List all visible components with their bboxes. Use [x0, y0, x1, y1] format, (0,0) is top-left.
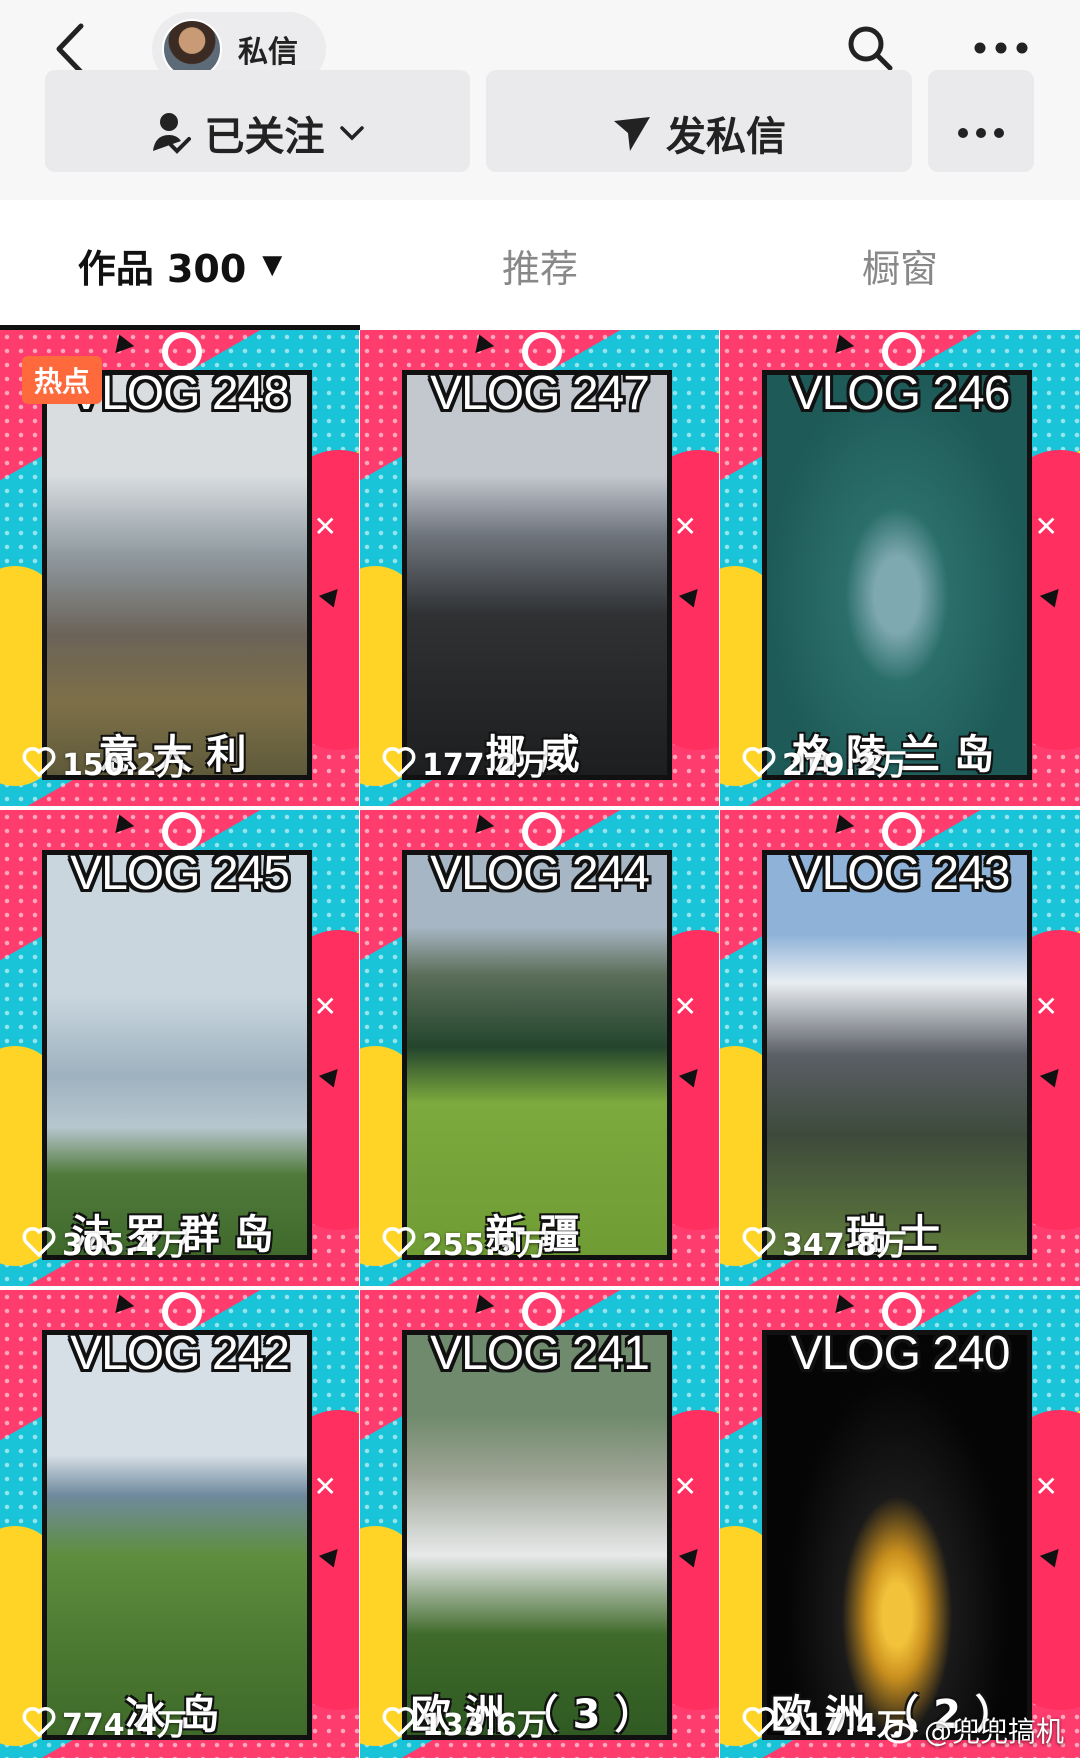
more-dots-icon [974, 42, 1028, 54]
video-thumbnail [402, 1330, 672, 1740]
video-thumbnail [762, 1330, 1032, 1740]
video-thumbnail [762, 850, 1032, 1260]
hot-badge: 热点 [22, 356, 103, 404]
direct-message-label: 私信 [238, 35, 298, 70]
tab-works[interactable]: 作品 300 ▼ [0, 200, 360, 330]
heart-icon [742, 1227, 776, 1257]
like-count: 177.2万 [382, 740, 547, 784]
video-thumbnail [402, 850, 672, 1260]
like-count: 279.2万 [742, 740, 907, 784]
heart-icon [22, 747, 56, 777]
search-icon [848, 26, 893, 71]
following-label: 已关注 [204, 114, 325, 160]
video-tile[interactable]: ✕ VLOG 245 法罗群岛 305.4万 [0, 810, 359, 1286]
video-thumbnail [762, 370, 1032, 780]
video-tile[interactable]: ✕ VLOG 242 冰岛 774.4万 [0, 1290, 359, 1758]
tab-recommend[interactable]: 推荐 [360, 200, 720, 330]
chevron-down-icon [339, 124, 365, 142]
video-thumbnail [42, 370, 312, 780]
watermark: @兜兜搞机 [884, 1710, 1064, 1750]
like-count-value: 279.2万 [782, 748, 907, 783]
content-tabs: 作品 300 ▼ 推荐 橱窗 [0, 200, 1080, 330]
video-tile[interactable]: ✕ VLOG 246 格陵兰岛 279.2万 [720, 330, 1080, 806]
video-title: VLOG 246 [790, 367, 1011, 420]
like-count-value: 774.4万 [62, 1708, 187, 1743]
like-count: 305.4万 [22, 1220, 187, 1264]
video-title: VLOG 245 [70, 847, 290, 900]
like-count: 774.4万 [22, 1700, 187, 1744]
video-tile[interactable]: ✕ VLOG 241 欧洲（3） 133.6万 [360, 1290, 719, 1758]
like-count-value: 177.2万 [422, 748, 547, 783]
user-check-icon [151, 111, 191, 155]
like-count: 150.2万 [22, 740, 187, 784]
like-count: 133.6万 [382, 1700, 547, 1744]
like-count: 255.5万 [382, 1220, 547, 1264]
tab-showcase[interactable]: 橱窗 [720, 200, 1080, 330]
video-tile[interactable]: ✕ VLOG 240 欧洲（2） 217.4万 [720, 1290, 1080, 1758]
video-title: VLOG 243 [790, 847, 1011, 900]
send-message-label: 发私信 [666, 114, 786, 160]
heart-icon [22, 1227, 56, 1257]
video-title: VLOG 242 [70, 1327, 290, 1380]
video-title: VLOG 247 [430, 367, 650, 420]
tab-recommend-label: 推荐 [501, 246, 578, 291]
heart-icon [382, 747, 416, 777]
heart-icon [742, 747, 776, 777]
heart-icon [22, 1707, 56, 1737]
video-title: VLOG 240 [790, 1327, 1011, 1380]
like-count: 217.4万 [742, 1700, 907, 1744]
weibo-logo-icon [884, 1717, 917, 1744]
video-title: VLOG 241 [430, 1327, 650, 1380]
like-count: 347.8万 [742, 1220, 907, 1264]
video-tile[interactable]: ✕ VLOG 247 挪威 177.2万 [360, 330, 719, 806]
video-thumbnail [42, 1330, 312, 1740]
watermark-text: @兜兜搞机 [923, 1715, 1064, 1748]
like-count-value: 255.5万 [422, 1228, 547, 1263]
profile-header: 私信 已关注 发私信 [0, 0, 1080, 200]
like-count-value: 347.8万 [782, 1228, 907, 1263]
more-dots-icon [957, 127, 1005, 139]
video-tile[interactable]: ✕ VLOG 243 瑞士 347.8万 [720, 810, 1080, 1286]
video-thumbnail [402, 370, 672, 780]
tab-showcase-label: 橱窗 [861, 246, 938, 291]
video-tile[interactable]: ✕ VLOG 248 意大利 热点 150.2万 [0, 330, 359, 806]
video-tile[interactable]: ✕ VLOG 244 新疆 255.5万 [360, 810, 719, 1286]
like-count-value: 150.2万 [62, 748, 187, 783]
heart-icon [742, 1707, 776, 1737]
video-grid: ✕ VLOG 248 意大利 热点 150.2万 ✕ VLOG 247 挪威 1… [0, 330, 1080, 1758]
heart-icon [382, 1707, 416, 1737]
paper-plane-icon [612, 113, 652, 153]
action-more-button[interactable] [928, 70, 1034, 172]
like-count-value: 305.4万 [62, 1228, 187, 1263]
caret-down-icon: ▼ [262, 250, 283, 280]
profile-action-row: 已关注 发私信 [0, 70, 1080, 174]
send-message-button[interactable]: 发私信 [486, 70, 912, 172]
video-title: VLOG 244 [430, 847, 650, 900]
like-count-value: 133.6万 [422, 1708, 547, 1743]
heart-icon [382, 1227, 416, 1257]
tab-works-label: 作品 300 [77, 246, 247, 291]
following-button[interactable]: 已关注 [45, 70, 470, 172]
video-thumbnail [42, 850, 312, 1260]
chevron-left-icon [56, 23, 84, 75]
